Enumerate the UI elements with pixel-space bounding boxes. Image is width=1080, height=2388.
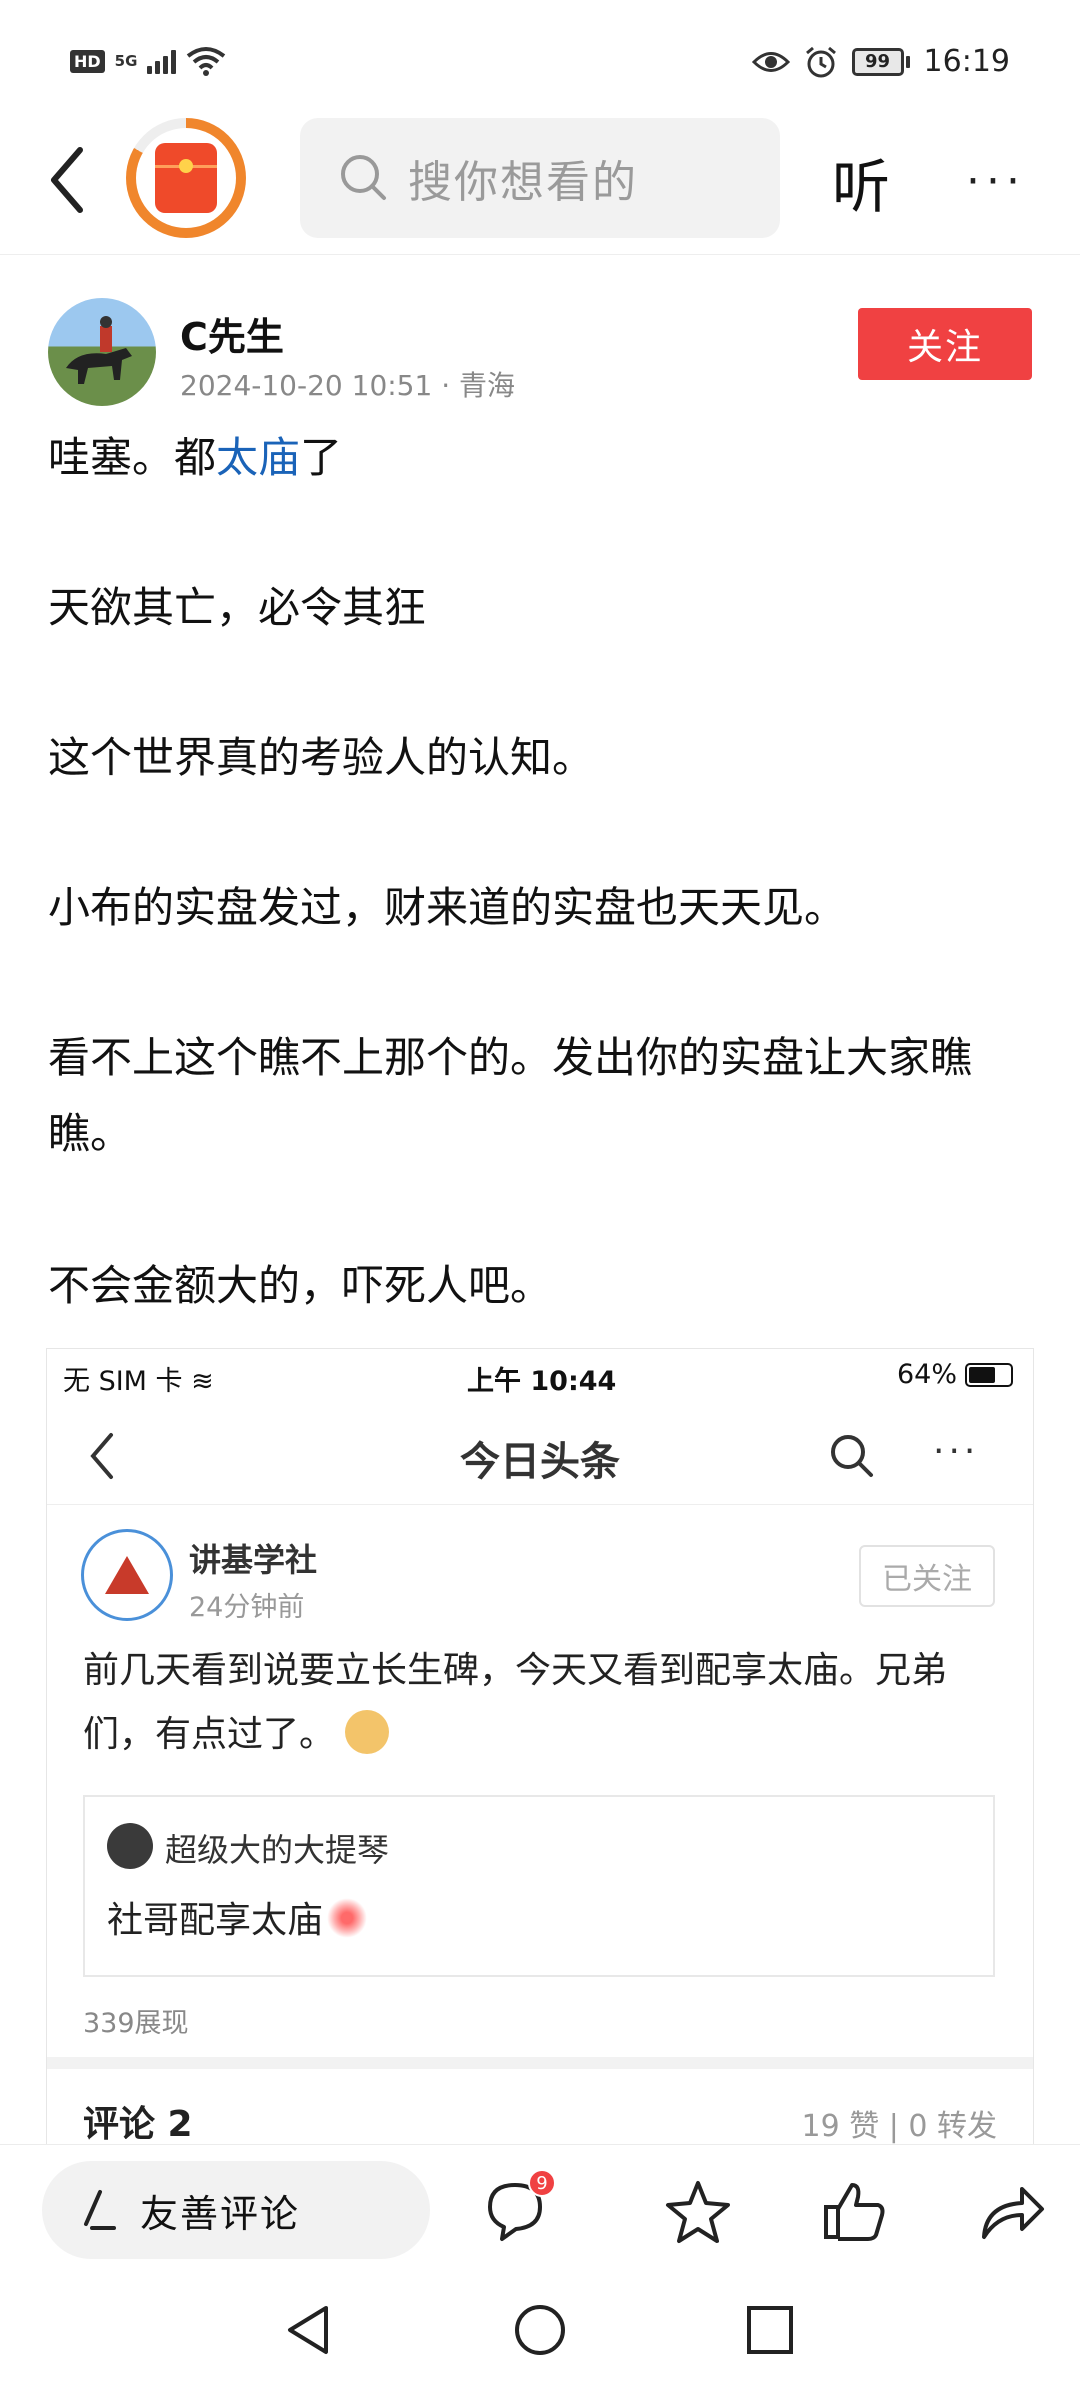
embedded-battery: 64% [897,1359,1013,1390]
post-paragraph: 哇塞。都太庙了 [48,420,1038,496]
author-name[interactable]: C先生 [180,306,284,361]
red-envelope-button[interactable] [126,118,246,238]
post-paragraph: 这个世界真的考验人的认知。 [48,733,595,782]
text-span: 了 [300,433,343,482]
topic-link[interactable]: 太庙 [216,433,300,482]
text-span: 哇塞。都 [48,433,217,482]
embedded-content: 前几天看到说要立长生碑，今天又看到配享太庙。兄弟们，有点过了。 [83,1650,948,1755]
hd-icon: HD [70,49,105,73]
quote-avatar [107,1823,153,1869]
comment-input[interactable]: 友善评论 [42,2161,430,2259]
alarm-icon [805,46,836,77]
comment-placeholder: 友善评论 [140,2191,301,2236]
top-nav: 搜你想看的 听 ··· [0,110,1080,255]
nav-recents-icon[interactable] [744,2302,796,2358]
nav-back-icon[interactable] [282,2302,332,2358]
embedded-nav: 今日头条 ··· [47,1409,1033,1505]
share-button[interactable] [976,2175,1056,2251]
post-paragraph: 看不上这个瞧不上那个的。发出你的实盘让大家瞧瞧。 [48,1033,973,1158]
post-paragraph: 小布的实盘发过，财来道的实盘也天天见。 [48,883,847,932]
embedded-battery-text: 64% [896,1359,957,1390]
embedded-post-time: 24分钟前 [189,1592,305,1623]
back-arrow-icon [51,147,83,213]
status-time: 16:19 [923,44,1010,79]
quote-text: 社哥配享太庙 [107,1891,368,1943]
search-icon [341,155,386,200]
search-icon [831,1435,873,1477]
search-bar[interactable]: 搜你想看的 [300,118,780,238]
system-nav-bar [0,2276,1080,2388]
embedded-app-title: 今日头条 [460,1439,620,1485]
back-button[interactable] [40,140,100,220]
pen-icon [84,2190,116,2230]
author-avatar[interactable] [48,298,156,406]
embedded-carrier: 无 SIM 卡 ≋ [63,1366,214,1397]
post-paragraph: 不会金额大的，吓死人吧。 [48,1261,553,1310]
embedded-screenshot[interactable]: 无 SIM 卡 ≋ 上午 10:44 64% 今日头条 ··· 讲基学社 24分… [46,1348,1034,2148]
embedded-quote: 超级大的大提琴 社哥配享太庙 [83,1795,995,1977]
nav-home-icon[interactable] [512,2302,568,2358]
favorite-button[interactable] [662,2175,742,2251]
post-meta: 2024-10-20 10:51 · 青海 [180,369,516,402]
star-icon [666,2181,730,2243]
doge-emoji-icon [345,1710,390,1754]
comment-count-badge: 9 [528,2169,556,2197]
embedded-stats: 19 赞 | 0 转发 [801,2109,997,2144]
more-button[interactable]: ··· [966,156,1026,207]
thumbs-up-icon [824,2183,885,2241]
comments-button[interactable]: 9 [480,2169,560,2251]
embedded-status-bar: 无 SIM 卡 ≋ 上午 10:44 64% [47,1349,1033,1397]
follow-button[interactable]: 关注 [858,308,1032,380]
listen-button[interactable]: 听 [832,140,890,224]
horse-rider-image [66,316,132,384]
status-left: HD 5G [70,46,226,76]
eye-icon [751,51,790,72]
embedded-follow-state: 已关注 [859,1545,995,1607]
status-bar: HD 5G 99 16:19 [0,0,1080,120]
signal-icon [147,48,177,74]
embedded-author-avatar [81,1529,173,1621]
embedded-author-name: 讲基学社 [189,1541,318,1579]
firework-emoji-icon [327,1898,368,1938]
wifi-icon [187,47,226,76]
network-type: 5G [114,52,138,70]
like-button[interactable] [818,2175,898,2251]
divider [47,2057,1033,2069]
post-paragraph: 天欲其亡，必令其狂 [48,583,427,632]
battery-indicator: 99 [851,47,910,76]
status-right: 99 16:19 [751,44,1010,79]
embedded-time: 上午 10:44 [467,1366,617,1397]
embedded-views: 339展现 [83,2008,189,2039]
embedded-battery-icon [965,1362,1013,1387]
bottom-action-bar: 友善评论 9 [0,2144,1080,2276]
red-envelope-icon [155,143,217,213]
share-arrow-icon [982,2187,1044,2239]
quote-author: 超级大的大提琴 [165,1831,390,1869]
embedded-comments-heading: 评论 2 [83,2104,193,2145]
battery-level: 99 [851,47,904,76]
search-placeholder: 搜你想看的 [408,157,638,208]
more-icon: ··· [933,1431,980,1472]
